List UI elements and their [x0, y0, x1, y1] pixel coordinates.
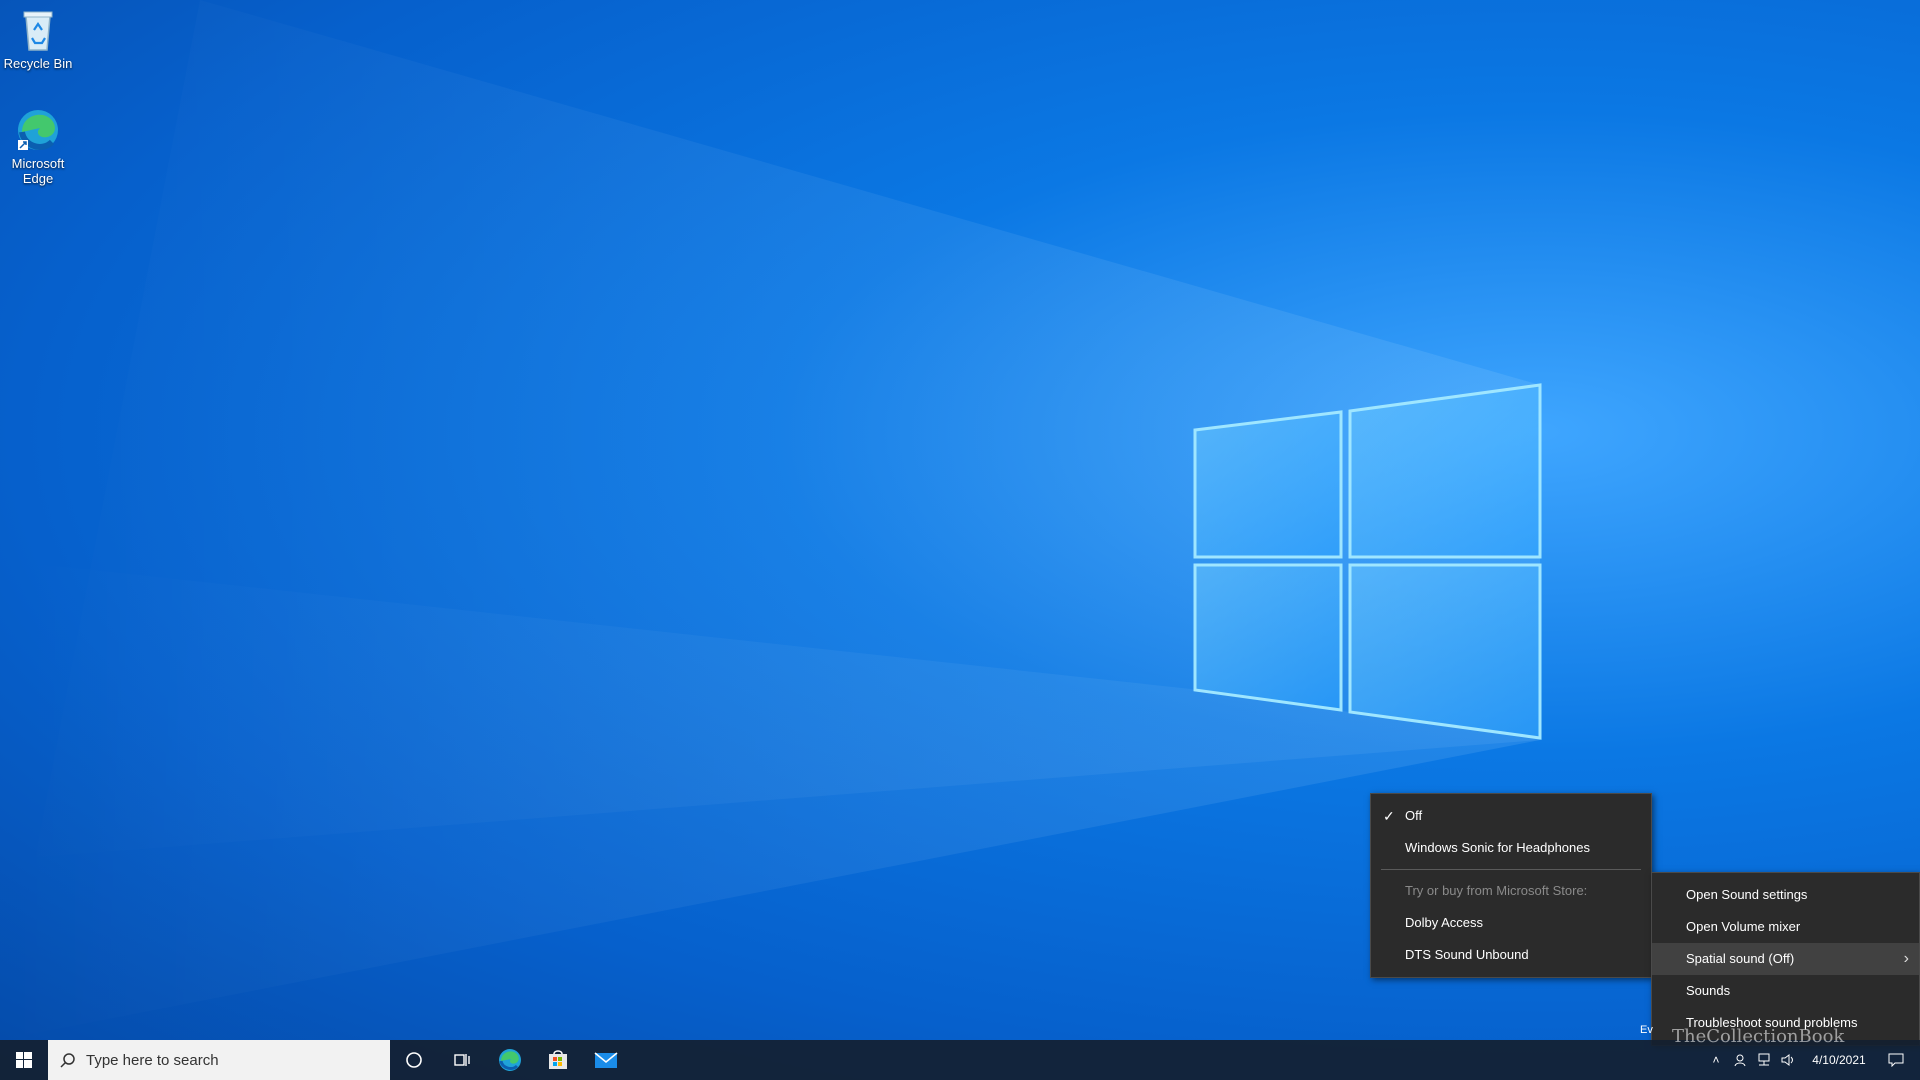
store-icon [549, 1050, 567, 1069]
spatial-sound-submenu: ✓ Off Windows Sonic for Headphones Try o… [1370, 793, 1652, 978]
edge-icon [18, 110, 58, 150]
search-placeholder: Type here to search [86, 1051, 219, 1069]
show-desktop-button[interactable] [1914, 1040, 1920, 1080]
menu-separator [1381, 869, 1641, 870]
sound-context-menu: Open Sound settings Open Volume mixer Sp… [1651, 872, 1920, 1046]
windows-logo [1193, 383, 1542, 740]
menu-item-windows-sonic[interactable]: Windows Sonic for Headphones [1371, 832, 1651, 864]
taskbar-clock[interactable]: 4/10/2021 [1800, 1053, 1878, 1068]
start-button[interactable] [0, 1040, 48, 1080]
action-center-button[interactable] [1878, 1040, 1914, 1080]
desktop-icon-recycle-bin[interactable]: Recycle Bin [0, 6, 76, 71]
people-icon [1734, 1054, 1746, 1067]
menu-item-label: Spatial sound (Off) [1686, 951, 1795, 966]
checkmark-icon: ✓ [1383, 808, 1395, 824]
network-icon [1758, 1053, 1770, 1066]
clock-date: 4/10/2021 [1812, 1052, 1866, 1067]
menu-item-label: Open Volume mixer [1686, 919, 1801, 934]
menu-item-label: Sounds [1686, 983, 1731, 998]
menu-item-label: Windows Sonic for Headphones [1405, 840, 1590, 855]
taskbar-mail-button[interactable] [582, 1040, 630, 1080]
chevron-up-icon: ˄ [1712, 1053, 1720, 1067]
menu-item-open-volume-mixer[interactable]: Open Volume mixer [1652, 911, 1919, 943]
taskbar-search-box[interactable]: Type here to search [48, 1040, 390, 1080]
task-view-button[interactable] [438, 1040, 486, 1080]
task-view-icon [454, 1054, 470, 1066]
menu-item-off[interactable]: ✓ Off [1371, 800, 1651, 832]
edge-icon [499, 1049, 521, 1071]
taskbar-edge-button[interactable] [486, 1040, 534, 1080]
menu-item-dolby-access[interactable]: Dolby Access [1371, 907, 1651, 939]
menu-item-label: Open Sound settings [1686, 887, 1808, 902]
mail-icon [594, 1052, 618, 1068]
cortana-button[interactable] [390, 1040, 438, 1080]
desktop-icon-label: Microsoft Edge [11, 156, 65, 186]
cortana-icon [406, 1052, 422, 1068]
windows-start-icon [16, 1052, 32, 1068]
menu-item-sounds[interactable]: Sounds [1652, 975, 1919, 1007]
desktop-icon-label: Recycle Bin [3, 56, 73, 71]
menu-item-label: DTS Sound Unbound [1405, 947, 1529, 962]
menu-item-store-header: Try or buy from Microsoft Store: [1371, 875, 1651, 907]
notification-icon [1888, 1053, 1904, 1067]
menu-item-label: Try or buy from Microsoft Store: [1405, 883, 1588, 898]
tray-overflow-text: Ev [1640, 1024, 1653, 1036]
menu-item-open-sound-settings[interactable]: Open Sound settings [1652, 879, 1919, 911]
search-icon [60, 1053, 75, 1068]
taskbar-store-button[interactable] [534, 1040, 582, 1080]
taskbar: Type here to search ˄ 4/10/2021 [0, 1040, 1920, 1080]
menu-item-dts-sound-unbound[interactable]: DTS Sound Unbound [1371, 939, 1651, 971]
chevron-right-icon: › [1903, 950, 1909, 967]
menu-item-label: Dolby Access [1405, 915, 1484, 930]
menu-item-spatial-sound[interactable]: Spatial sound (Off) › [1652, 943, 1919, 975]
menu-item-label: Off [1405, 808, 1423, 823]
speaker-icon [1781, 1054, 1793, 1066]
desktop-icon-edge[interactable]: Microsoft Edge [0, 106, 76, 186]
recycle-bin-icon [23, 11, 53, 51]
watermark: TheCollectionBook [1672, 1026, 1845, 1047]
